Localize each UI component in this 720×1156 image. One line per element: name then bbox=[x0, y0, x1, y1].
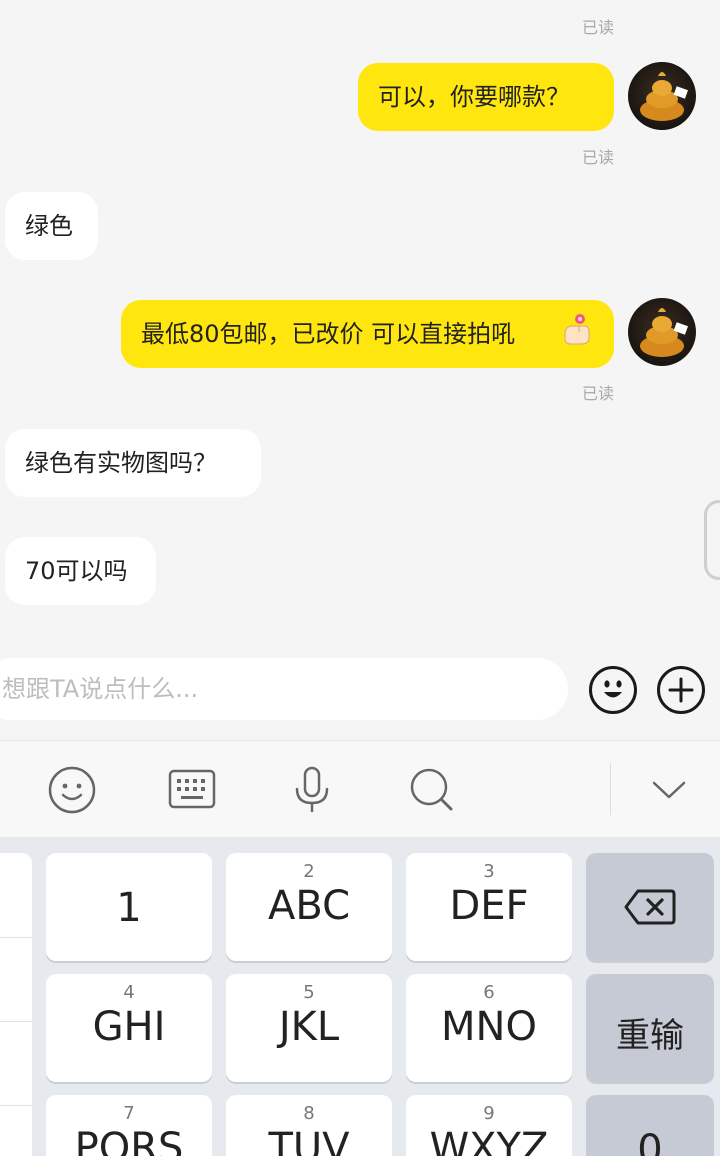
backspace-icon bbox=[624, 889, 676, 925]
emoji-face-icon[interactable] bbox=[589, 666, 637, 714]
key-0[interactable]: 0 bbox=[586, 1095, 714, 1156]
key-label: 1 bbox=[116, 885, 142, 931]
message-input[interactable]: 想跟TA说点什么... bbox=[0, 658, 568, 720]
plus-glyph bbox=[668, 677, 694, 703]
keyboard-toolbar bbox=[0, 740, 720, 837]
message-bubble-incoming[interactable]: 绿色有实物图吗？ bbox=[5, 429, 261, 497]
key-label: 0 bbox=[637, 1127, 663, 1156]
message-bubble-incoming[interactable]: 绿色 bbox=[5, 192, 98, 260]
toolbar-divider bbox=[610, 763, 611, 815]
chat-area[interactable]: 已读 可以，你要哪款？ 已读 绿色 最低80包邮，已改价 可以直接拍吼 已读 绿… bbox=[0, 0, 720, 640]
keyboard-icon[interactable] bbox=[167, 765, 217, 815]
key-1[interactable]: 1 bbox=[46, 853, 212, 961]
input-placeholder: 想跟TA说点什么... bbox=[2, 675, 199, 703]
message-text: 绿色 bbox=[25, 212, 73, 240]
plus-icon[interactable] bbox=[657, 666, 705, 714]
avatar-image bbox=[640, 308, 689, 357]
emoji-face-glyph bbox=[604, 680, 622, 698]
key-label: PQRS bbox=[74, 1125, 184, 1156]
key-2-abc[interactable]: 2 ABC bbox=[226, 853, 392, 961]
key-label: ABC bbox=[267, 883, 351, 929]
key-4-ghi[interactable]: 4 GHI bbox=[46, 974, 212, 1082]
reset-key[interactable]: 重输 bbox=[586, 974, 714, 1082]
key-label: TUV bbox=[268, 1125, 350, 1156]
message-bubble-outgoing[interactable]: 最低80包邮，已改价 可以直接拍吼 bbox=[121, 300, 614, 368]
key-number: 8 bbox=[303, 1103, 315, 1124]
scroll-handle[interactable] bbox=[704, 500, 720, 580]
backspace-key[interactable] bbox=[586, 853, 714, 961]
key-label: WXYZ bbox=[429, 1125, 549, 1156]
key-number: 3 bbox=[483, 861, 495, 882]
message-input-bar: 想跟TA说点什么... bbox=[0, 640, 720, 740]
symbol-column[interactable] bbox=[0, 853, 32, 1156]
t9-keyboard: 1 2 ABC 3 DEF 4 GHI 5 JKL 6 MNO 重输 7 PQR… bbox=[0, 837, 720, 1156]
key-label: 重输 bbox=[616, 1016, 684, 1056]
message-text: 最低80包邮，已改价 可以直接拍吼 bbox=[141, 320, 516, 348]
read-status: 已读 bbox=[582, 18, 615, 37]
key-number: 6 bbox=[483, 982, 495, 1003]
key-number: 7 bbox=[123, 1103, 135, 1124]
read-status: 已读 bbox=[582, 384, 615, 403]
search-icon[interactable] bbox=[407, 765, 457, 815]
divider bbox=[0, 1105, 32, 1106]
key-label: GHI bbox=[92, 1004, 166, 1050]
key-9-wxyz[interactable]: 9 WXYZ bbox=[406, 1095, 572, 1156]
divider bbox=[0, 937, 32, 938]
message-text: 可以，你要哪款？ bbox=[378, 83, 570, 111]
message-text: 绿色有实物图吗？ bbox=[25, 449, 217, 477]
key-5-jkl[interactable]: 5 JKL bbox=[226, 974, 392, 1082]
key-8-tuv[interactable]: 8 TUV bbox=[226, 1095, 392, 1156]
key-label: MNO bbox=[441, 1004, 537, 1050]
key-label: DEF bbox=[449, 883, 529, 929]
key-number: 4 bbox=[123, 982, 135, 1003]
key-label: JKL bbox=[278, 1004, 340, 1050]
avatar-image bbox=[640, 72, 689, 121]
message-bubble-incoming[interactable]: 70可以吗 bbox=[5, 537, 156, 605]
message-text: 70可以吗 bbox=[25, 557, 128, 585]
key-number: 2 bbox=[303, 861, 315, 882]
read-status: 已读 bbox=[582, 148, 615, 167]
hand-heart-emoji-icon bbox=[564, 314, 590, 345]
app-root: 已读 可以，你要哪款？ 已读 绿色 最低80包邮，已改价 可以直接拍吼 已读 绿… bbox=[0, 0, 720, 1156]
chevron-down-icon[interactable] bbox=[644, 765, 694, 815]
divider bbox=[0, 1021, 32, 1022]
key-3-def[interactable]: 3 DEF bbox=[406, 853, 572, 961]
microphone-icon[interactable] bbox=[287, 765, 337, 815]
avatar[interactable] bbox=[628, 298, 696, 366]
key-number: 5 bbox=[303, 982, 315, 1003]
smiley-icon[interactable] bbox=[47, 765, 97, 815]
message-bubble-outgoing[interactable]: 可以，你要哪款？ bbox=[358, 63, 614, 131]
key-number: 9 bbox=[483, 1103, 495, 1124]
key-6-mno[interactable]: 6 MNO bbox=[406, 974, 572, 1082]
avatar[interactable] bbox=[628, 62, 696, 130]
key-7-pqrs[interactable]: 7 PQRS bbox=[46, 1095, 212, 1156]
